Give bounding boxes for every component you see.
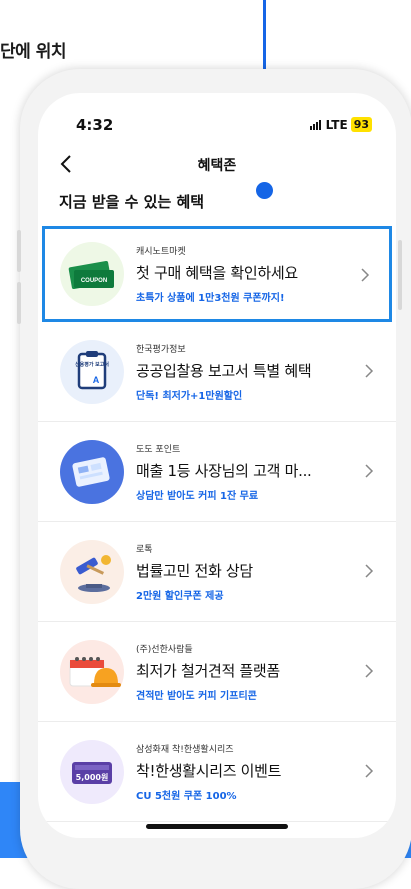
phone-side-button [398, 240, 402, 310]
gavel-icon [60, 540, 124, 604]
page-title: 혜택존 [197, 158, 237, 174]
coupon-icon: COUPON [60, 242, 124, 306]
guide-dot [256, 182, 273, 199]
card-text: 5,000원 [76, 772, 109, 782]
caption-text: 단에 위치 [0, 42, 66, 62]
item-title: 매출 1등 사장님의 고객 마... [136, 462, 312, 480]
signal-icon [309, 119, 321, 130]
item-brand: 삼성화재 착!한생활시리즈 [136, 745, 234, 755]
item-title: 최저가 철거견적 플랫폼 [136, 662, 280, 680]
benefit-item-samsung-fire[interactable]: 5,000원 삼성화재 착!한생활시리즈 착!한생활시리즈 이벤트 CU 5천원… [38, 722, 396, 822]
benefit-item-korea-rating[interactable]: 신용평가 보고서 A 한국평가정보 공공입찰용 보고서 특별 혜택 단독! 최저… [38, 322, 396, 422]
item-brand: 도도 포인트 [136, 445, 181, 455]
grade-text: A [93, 375, 100, 385]
chevron-right-icon [365, 664, 374, 678]
home-indicator [146, 824, 288, 829]
item-subtitle: 견적만 받아도 커피 기프티콘 [136, 691, 257, 702]
item-title: 첫 구매 혜택을 확인하세요 [136, 264, 298, 282]
chevron-right-icon [361, 268, 370, 282]
item-subtitle: 2만원 할인쿠폰 제공 [136, 591, 224, 602]
item-title: 법률고민 전화 상담 [136, 562, 253, 580]
item-subtitle: CU 5천원 쿠폰 100% [136, 791, 237, 802]
chevron-right-icon [365, 764, 374, 778]
item-brand: 캐시노트마켓 [136, 247, 186, 257]
section-title: 지금 받을 수 있는 혜택 [59, 193, 205, 211]
item-subtitle: 단독! 최저가+1만원할인 [136, 391, 243, 402]
coupon-text: COUPON [81, 278, 107, 284]
item-title: 공공입찰용 보고서 특별 혜택 [136, 362, 312, 380]
item-title: 착!한생활시리즈 이벤트 [136, 762, 282, 780]
chevron-right-icon [365, 364, 374, 378]
benefit-list: COUPON 캐시노트마켓 첫 구매 혜택을 확인하세요 초특가 상품에 1만3… [38, 226, 396, 822]
calendar-helmet-icon [60, 640, 124, 704]
chevron-right-icon [365, 564, 374, 578]
report-clipboard-icon: 신용평가 보고서 A [60, 340, 124, 404]
clipboard-text: 신용평가 보고서 [75, 361, 109, 368]
item-brand: (주)선한사람들 [136, 645, 193, 655]
network-label: LTE [325, 117, 348, 132]
status-bar-right: LTE 93 [309, 117, 372, 132]
phone-side-button [17, 282, 21, 324]
benefit-item-sunhan[interactable]: (주)선한사람들 최저가 철거견적 플랫폼 견적만 받아도 커피 기프티콘 [38, 622, 396, 722]
battery-indicator: 93 [350, 117, 372, 132]
item-subtitle: 상담만 받아도 커피 1잔 무료 [136, 491, 259, 502]
tablet-icon [60, 440, 124, 504]
chevron-right-icon [365, 464, 374, 478]
phone-screen: 4:32 LTE 93 혜택존 지금 받을 수 있는 혜택 COUPON 캐시노… [38, 93, 396, 838]
item-subtitle: 초특가 상품에 1만3천원 쿠폰까지! [136, 293, 285, 304]
item-brand: 로톡 [136, 545, 153, 555]
benefit-item-dodo-point[interactable]: 도도 포인트 매출 1등 사장님의 고객 마... 상담만 받아도 커피 1잔 … [38, 422, 396, 522]
item-brand: 한국평가정보 [136, 345, 186, 355]
benefit-item-cashnote-market[interactable]: COUPON 캐시노트마켓 첫 구매 혜택을 확인하세요 초특가 상품에 1만3… [42, 226, 392, 322]
benefit-item-lawtalk[interactable]: 로톡 법률고민 전화 상담 2만원 할인쿠폰 제공 [38, 522, 396, 622]
phone-side-button [17, 230, 21, 272]
gift-card-icon: 5,000원 [60, 740, 124, 804]
status-time: 4:32 [76, 116, 114, 134]
